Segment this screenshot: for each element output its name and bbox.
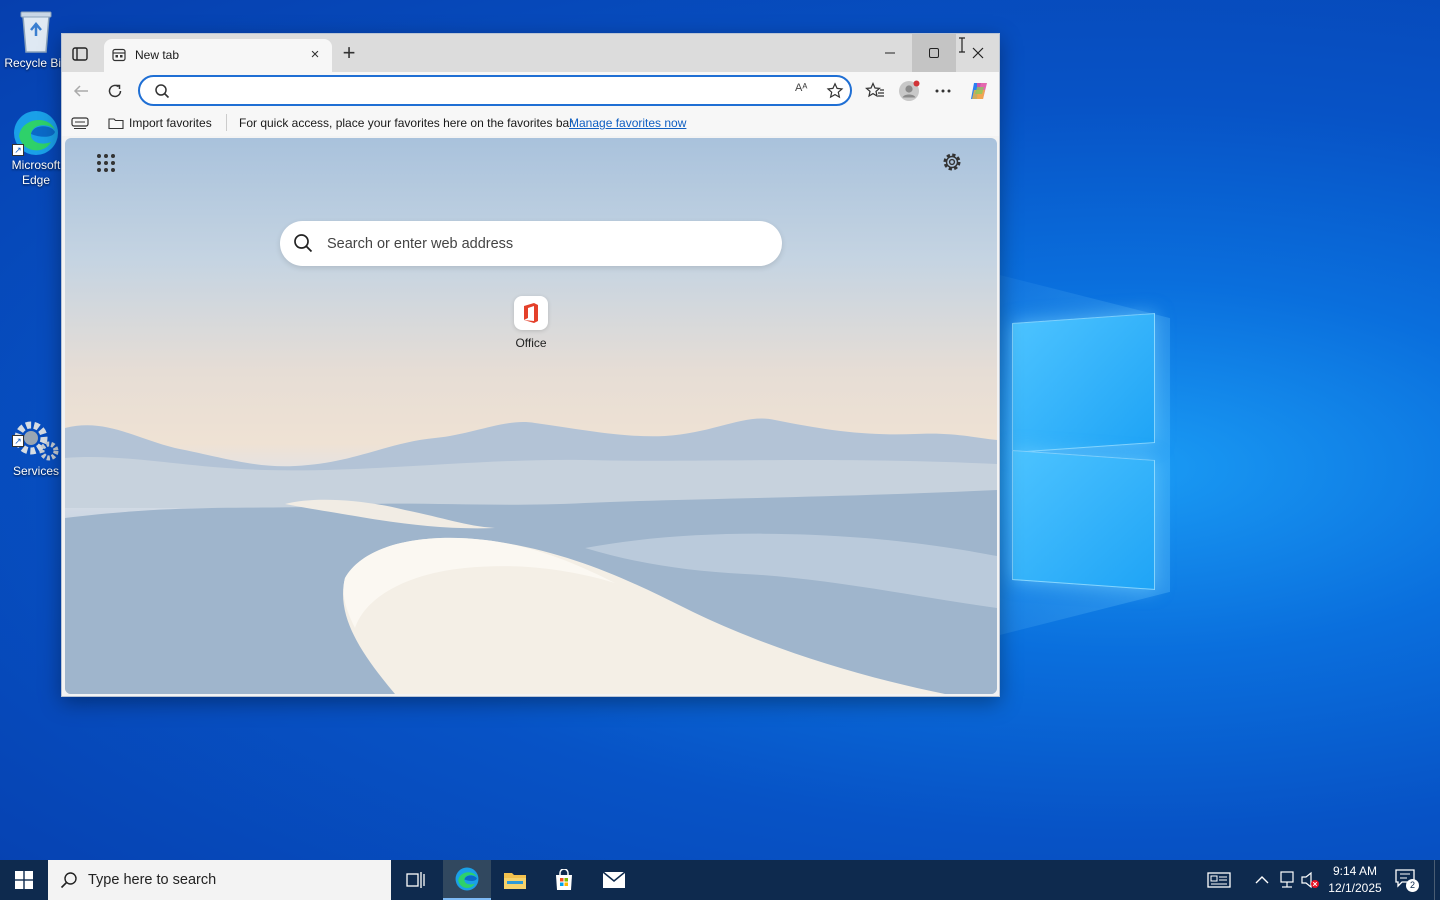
- browser-toolbar: Aᴬ: [62, 72, 999, 109]
- task-view-button[interactable]: [392, 860, 440, 900]
- text-cursor-icon: [959, 37, 965, 53]
- manage-favorites-link[interactable]: Manage favorites now: [569, 116, 686, 130]
- tab-actions-icon[interactable]: [70, 44, 90, 64]
- shortcut-arrow-icon: ↗: [12, 144, 24, 156]
- avatar-icon: [899, 80, 920, 101]
- tab-title: New tab: [135, 48, 180, 62]
- title-bar: New tab × +: [62, 34, 999, 72]
- favorites-separator: [226, 114, 227, 131]
- mail-icon: [602, 871, 626, 888]
- recycle-bin-icon: [20, 11, 52, 53]
- refresh-button[interactable]: [104, 80, 126, 102]
- favorites-bar: Import favorites For quick access, place…: [62, 109, 999, 136]
- search-icon: [294, 234, 313, 253]
- maximize-button[interactable]: [912, 34, 956, 72]
- search-icon: [155, 84, 170, 99]
- favorites-bar-message: For quick access, place your favorites h…: [239, 116, 576, 130]
- import-favorites-button[interactable]: Import favorites: [108, 114, 212, 132]
- refresh-icon: [108, 84, 122, 98]
- taskbar-search-box[interactable]: Type here to search: [48, 860, 391, 900]
- more-ellipsis-icon: [935, 89, 951, 93]
- taskbar: Type here to search 9:14 AM 12/1/2025 2: [0, 860, 1440, 900]
- action-center-button[interactable]: 2: [1394, 868, 1420, 892]
- quick-link-label: Office: [515, 336, 547, 350]
- chevron-up-icon: [1255, 876, 1269, 884]
- edge-browser-window: New tab × + Aᴬ Import favorites For quic…: [61, 33, 1000, 697]
- file-explorer-icon: [504, 873, 526, 889]
- import-folder-icon: [108, 118, 124, 130]
- import-favorites-label: Import favorites: [129, 116, 212, 130]
- favorites-bar-icon[interactable]: [71, 116, 89, 130]
- office-icon: [524, 303, 538, 323]
- volume-button[interactable]: [1300, 870, 1320, 890]
- close-icon: [972, 47, 984, 59]
- back-button[interactable]: [70, 80, 92, 102]
- favorites-star-list-icon: [865, 82, 884, 98]
- minimize-icon: [885, 52, 895, 54]
- copilot-button[interactable]: [968, 80, 990, 102]
- clock-date: 12/1/2025: [1328, 881, 1382, 895]
- copilot-icon: [971, 83, 987, 99]
- favorites-button[interactable]: [864, 80, 886, 102]
- network-icon: [1280, 871, 1294, 888]
- windows-wallpaper-logo: [980, 270, 1175, 640]
- read-aloud-icon[interactable]: Aᴬ: [795, 82, 813, 100]
- windows-start-icon: [15, 871, 33, 889]
- tab-close-button[interactable]: ×: [306, 46, 324, 64]
- new-tab-page: Office: [65, 138, 997, 694]
- page-settings-gear-icon[interactable]: [941, 151, 963, 173]
- news-button[interactable]: [1207, 870, 1231, 890]
- new-tab-search-input[interactable]: [327, 233, 757, 255]
- quick-link-office[interactable]: Office: [499, 296, 563, 350]
- volume-muted-icon: [1301, 871, 1319, 889]
- new-tab-search-box[interactable]: [280, 221, 782, 266]
- profile-button[interactable]: [898, 80, 920, 102]
- show-desktop-button[interactable]: [1434, 860, 1440, 900]
- taskbar-search-placeholder: Type here to search: [88, 872, 217, 888]
- taskbar-file-explorer-button[interactable]: [491, 860, 539, 900]
- tab-new-tab[interactable]: New tab ×: [104, 39, 332, 72]
- settings-and-more-button[interactable]: [932, 80, 954, 102]
- edge-icon: [455, 867, 479, 891]
- apps-grid-icon[interactable]: [95, 152, 117, 174]
- quick-link-tile: [514, 296, 548, 330]
- notification-count-badge: 2: [1406, 879, 1419, 892]
- taskbar-store-button[interactable]: [540, 860, 588, 900]
- start-button[interactable]: [0, 860, 48, 900]
- new-tab-button[interactable]: +: [338, 42, 360, 65]
- minimize-button[interactable]: [868, 34, 912, 72]
- add-favorite-star-icon[interactable]: [826, 82, 844, 100]
- taskbar-clock[interactable]: 9:14 AM 12/1/2025: [1322, 863, 1388, 897]
- desktop-icon-label: Microsoft Edge: [11, 158, 61, 187]
- clock-time: 9:14 AM: [1332, 864, 1378, 878]
- store-icon: [556, 869, 572, 890]
- new-tab-page-icon: [112, 48, 126, 62]
- task-view-icon: [406, 872, 425, 888]
- taskbar-mail-button[interactable]: [590, 860, 638, 900]
- search-icon: [60, 872, 77, 889]
- show-hidden-icons-button[interactable]: [1252, 870, 1272, 890]
- back-arrow-icon: [73, 85, 88, 97]
- shortcut-arrow-icon: ↗: [12, 435, 24, 447]
- maximize-icon: [929, 48, 939, 58]
- network-button[interactable]: [1277, 870, 1297, 890]
- address-input[interactable]: [180, 81, 780, 100]
- news-icon: [1207, 872, 1231, 888]
- address-bar[interactable]: Aᴬ: [138, 75, 852, 106]
- taskbar-edge-button[interactable]: [443, 860, 491, 900]
